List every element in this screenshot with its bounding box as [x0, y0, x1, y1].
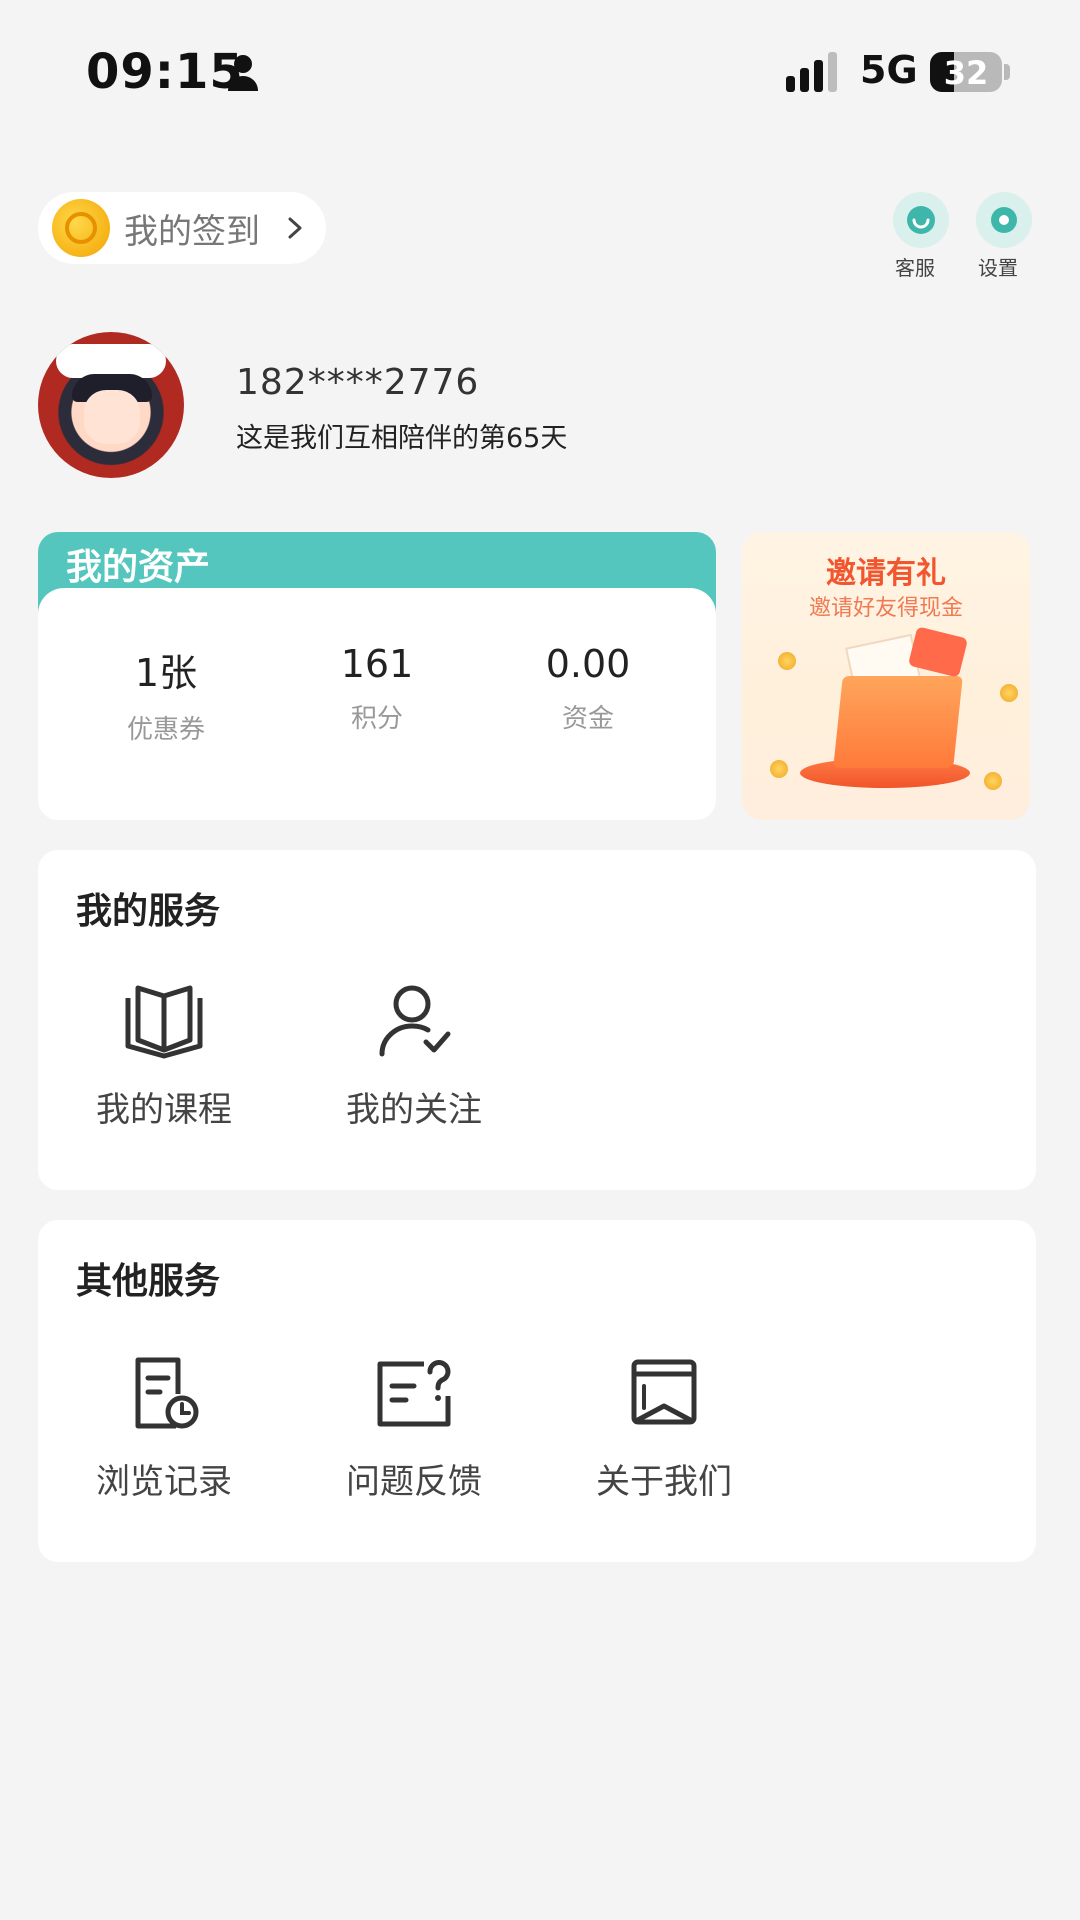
about-us-label: 关于我们 — [596, 1462, 732, 1502]
customer-service-label: 客服 — [895, 256, 935, 280]
companion-days-text: 这是我们互相陪伴的第65天 — [236, 423, 568, 454]
coin-decoration — [770, 760, 788, 778]
points-label: 积分 — [350, 704, 403, 734]
settings-button[interactable]: 设置 — [970, 192, 1038, 281]
feedback-icon — [377, 1360, 451, 1427]
network-label: 5G — [860, 48, 918, 92]
gear-icon — [976, 192, 1032, 248]
coin-decoration — [1000, 684, 1018, 702]
my-courses-item[interactable]: 我的课程 — [54, 980, 274, 1131]
browse-history-item[interactable]: 浏览记录 — [54, 1352, 274, 1503]
battery-level: 32 — [943, 54, 989, 92]
invite-subtitle: 邀请好友得现金 — [808, 596, 963, 621]
other-services-title: 其他服务 — [76, 1261, 221, 1302]
feedback-item[interactable]: 问题反馈 — [304, 1352, 524, 1503]
my-courses-label: 我的课程 — [96, 1090, 232, 1130]
gift-box-illustration — [833, 676, 963, 768]
invite-title: 邀请有礼 — [826, 556, 946, 591]
feedback-label: 问题反馈 — [346, 1462, 482, 1502]
about-icon — [631, 1359, 697, 1425]
book-icon — [125, 985, 203, 1059]
my-services-title: 我的服务 — [76, 891, 221, 932]
my-follows-label: 我的关注 — [346, 1090, 482, 1130]
avatar[interactable] — [38, 332, 184, 478]
coin-icon — [52, 199, 110, 257]
status-time: 09:15 — [86, 44, 244, 100]
coupon-label: 优惠券 — [126, 715, 205, 745]
other-services-card: 其他服务 浏览记录 问题反馈 关于我们 — [38, 1220, 1036, 1562]
battery-indicator: 32 — [930, 52, 1002, 92]
funds-stat[interactable]: 0.00 资金 — [478, 642, 698, 735]
about-us-item[interactable]: 关于我们 — [554, 1352, 774, 1503]
headset-icon — [893, 192, 949, 248]
coin-decoration — [984, 772, 1002, 790]
phone-number: 182****2776 — [236, 362, 480, 403]
coupon-stat[interactable]: 1张 优惠券 — [56, 642, 276, 746]
history-icon — [135, 1357, 199, 1429]
user-check-icon — [379, 985, 451, 1057]
assets-title: 我的资产 — [66, 547, 211, 588]
person-icon — [228, 55, 258, 91]
my-follows-item[interactable]: 我的关注 — [304, 980, 524, 1131]
coupon-value: 1张 — [134, 651, 198, 695]
battery-tip — [1004, 64, 1010, 80]
coin-decoration — [778, 652, 796, 670]
my-services-card: 我的服务 我的课程 我的关注 — [38, 850, 1036, 1190]
chevron-right-icon — [288, 217, 302, 239]
funds-value: 0.00 — [545, 642, 631, 686]
settings-label: 设置 — [978, 256, 1018, 280]
points-value: 161 — [340, 642, 414, 686]
funds-label: 资金 — [561, 704, 614, 734]
browse-history-label: 浏览记录 — [96, 1462, 232, 1502]
points-stat[interactable]: 161 积分 — [267, 642, 487, 735]
checkin-button[interactable]: 我的签到 — [38, 192, 326, 264]
checkin-label: 我的签到 — [124, 211, 260, 252]
signal-icon — [786, 52, 837, 92]
customer-service-button[interactable]: 客服 — [887, 192, 955, 281]
